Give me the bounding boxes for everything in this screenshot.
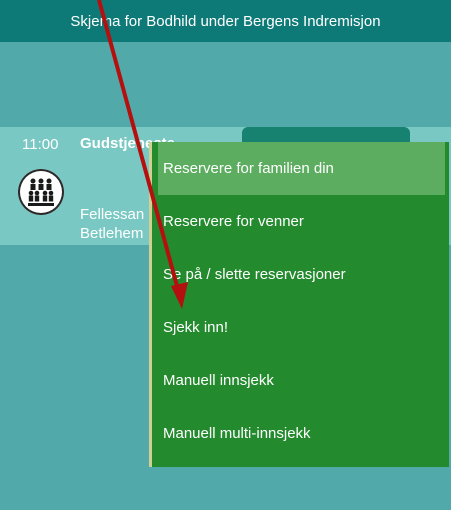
menu-item-label: Se på / slette reservasjoner xyxy=(163,266,346,283)
menu-item-check-in[interactable]: Sjekk inn! xyxy=(152,301,449,354)
app-title: Skjema for Bodhild under Bergens Indremi… xyxy=(70,12,381,30)
action-menu: Reservere for familien din Reservere for… xyxy=(149,142,449,467)
app-header: Skjema for Bodhild under Bergens Indremi… xyxy=(0,0,451,42)
menu-item-manual-multi-check-in[interactable]: Manuell multi-innsjekk xyxy=(152,407,449,460)
menu-item-view-reservations[interactable]: Se på / slette reservasjoner xyxy=(152,248,449,301)
event-description-line2: Betlehem xyxy=(80,225,144,242)
menu-item-reserve-friends[interactable]: Reservere for venner xyxy=(152,195,449,248)
menu-item-reserve-family[interactable]: Reservere for familien din xyxy=(158,142,445,195)
people-group-icon xyxy=(18,169,64,215)
menu-item-label: Reservere for familien din xyxy=(163,160,334,177)
menu-item-manual-check-in[interactable]: Manuell innsjekk xyxy=(152,354,449,407)
menu-item-label: Sjekk inn! xyxy=(163,319,229,336)
event-description-line1: Fellessan xyxy=(80,206,145,223)
event-description: Fellessan Betlehem xyxy=(80,205,144,243)
menu-item-label: Reservere for venner xyxy=(163,213,304,230)
menu-item-label: Manuell innsjekk xyxy=(163,372,274,389)
event-time: 11:00 xyxy=(22,136,59,153)
menu-item-label: Manuell multi-innsjekk xyxy=(163,425,311,442)
